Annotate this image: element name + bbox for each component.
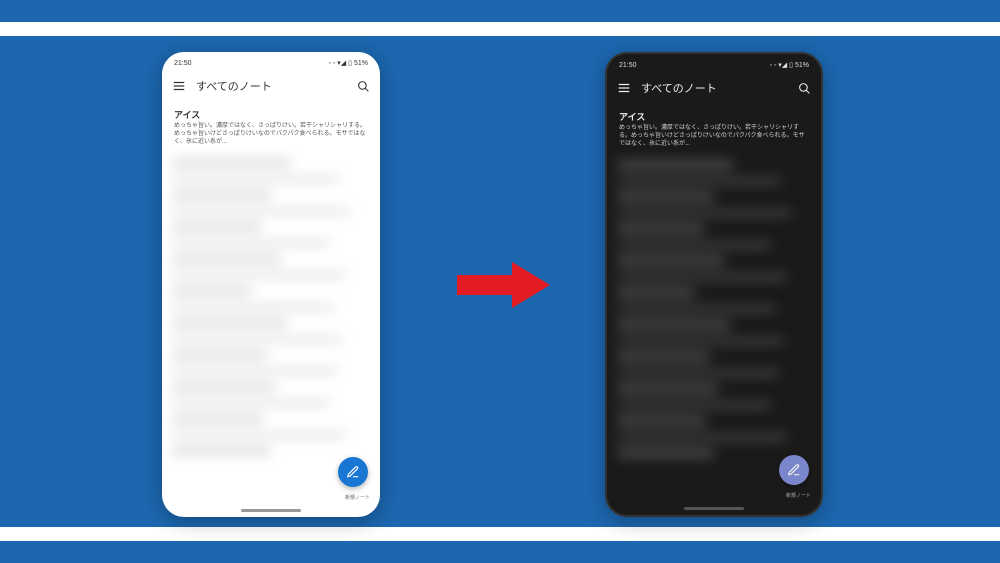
app-header: すべてのノート: [607, 72, 821, 104]
note-item[interactable]: アイス めっちゃ旨い。濃厚ではなく、さっぱりけい。若干シャリシャリする。めっちゃ…: [607, 104, 821, 156]
app-header: すべてのノート: [162, 70, 380, 102]
status-icons: ◦ ◦ ▾◢ ▯ 51%: [328, 59, 368, 67]
menu-icon[interactable]: [617, 81, 631, 95]
menu-icon[interactable]: [172, 79, 186, 93]
fab-label: 新規ノート: [345, 494, 370, 501]
status-bar: 21:50 ◦ ◦ ▾◢ ▯ 51%: [607, 54, 821, 72]
arrow-icon: [452, 260, 552, 310]
decorative-band-top: [0, 22, 1000, 36]
new-note-fab[interactable]: [338, 457, 368, 487]
search-icon[interactable]: [797, 81, 811, 95]
note-excerpt: めっちゃ旨い。濃厚ではなく、さっぱりけい。若干シャリシャリする。めっちゃ旨いけど…: [174, 123, 368, 146]
note-title: アイス: [619, 110, 809, 123]
header-title: すべてのノート: [641, 80, 787, 96]
phone-light-mode: 21:50 ◦ ◦ ▾◢ ▯ 51% すべてのノート アイス めっちゃ旨い。濃厚…: [162, 52, 380, 517]
fab-label: 新規ノート: [786, 492, 811, 499]
home-indicator[interactable]: [241, 509, 301, 512]
decorative-band-bottom: [0, 527, 1000, 541]
status-time: 21:50: [619, 62, 637, 69]
status-bar: 21:50 ◦ ◦ ▾◢ ▯ 51%: [162, 52, 380, 70]
note-excerpt: めっちゃ旨い。濃厚ではなく、さっぱりけい。若干シャリシャリする。めっちゃ旨いけど…: [619, 125, 809, 148]
status-icons: ◦ ◦ ▾◢ ▯ 51%: [769, 61, 809, 69]
note-item[interactable]: アイス めっちゃ旨い。濃厚ではなく、さっぱりけい。若干シャリシャリする。めっちゃ…: [162, 102, 380, 154]
header-title: すべてのノート: [196, 78, 346, 94]
search-icon[interactable]: [356, 79, 370, 93]
note-title: アイス: [174, 108, 368, 121]
status-time: 21:50: [174, 60, 192, 67]
home-indicator[interactable]: [684, 507, 744, 510]
new-note-fab[interactable]: [779, 455, 809, 485]
phone-dark-mode: 21:50 ◦ ◦ ▾◢ ▯ 51% すべてのノート アイス めっちゃ旨い。濃厚…: [605, 52, 823, 517]
blurred-note-list: [162, 158, 380, 508]
